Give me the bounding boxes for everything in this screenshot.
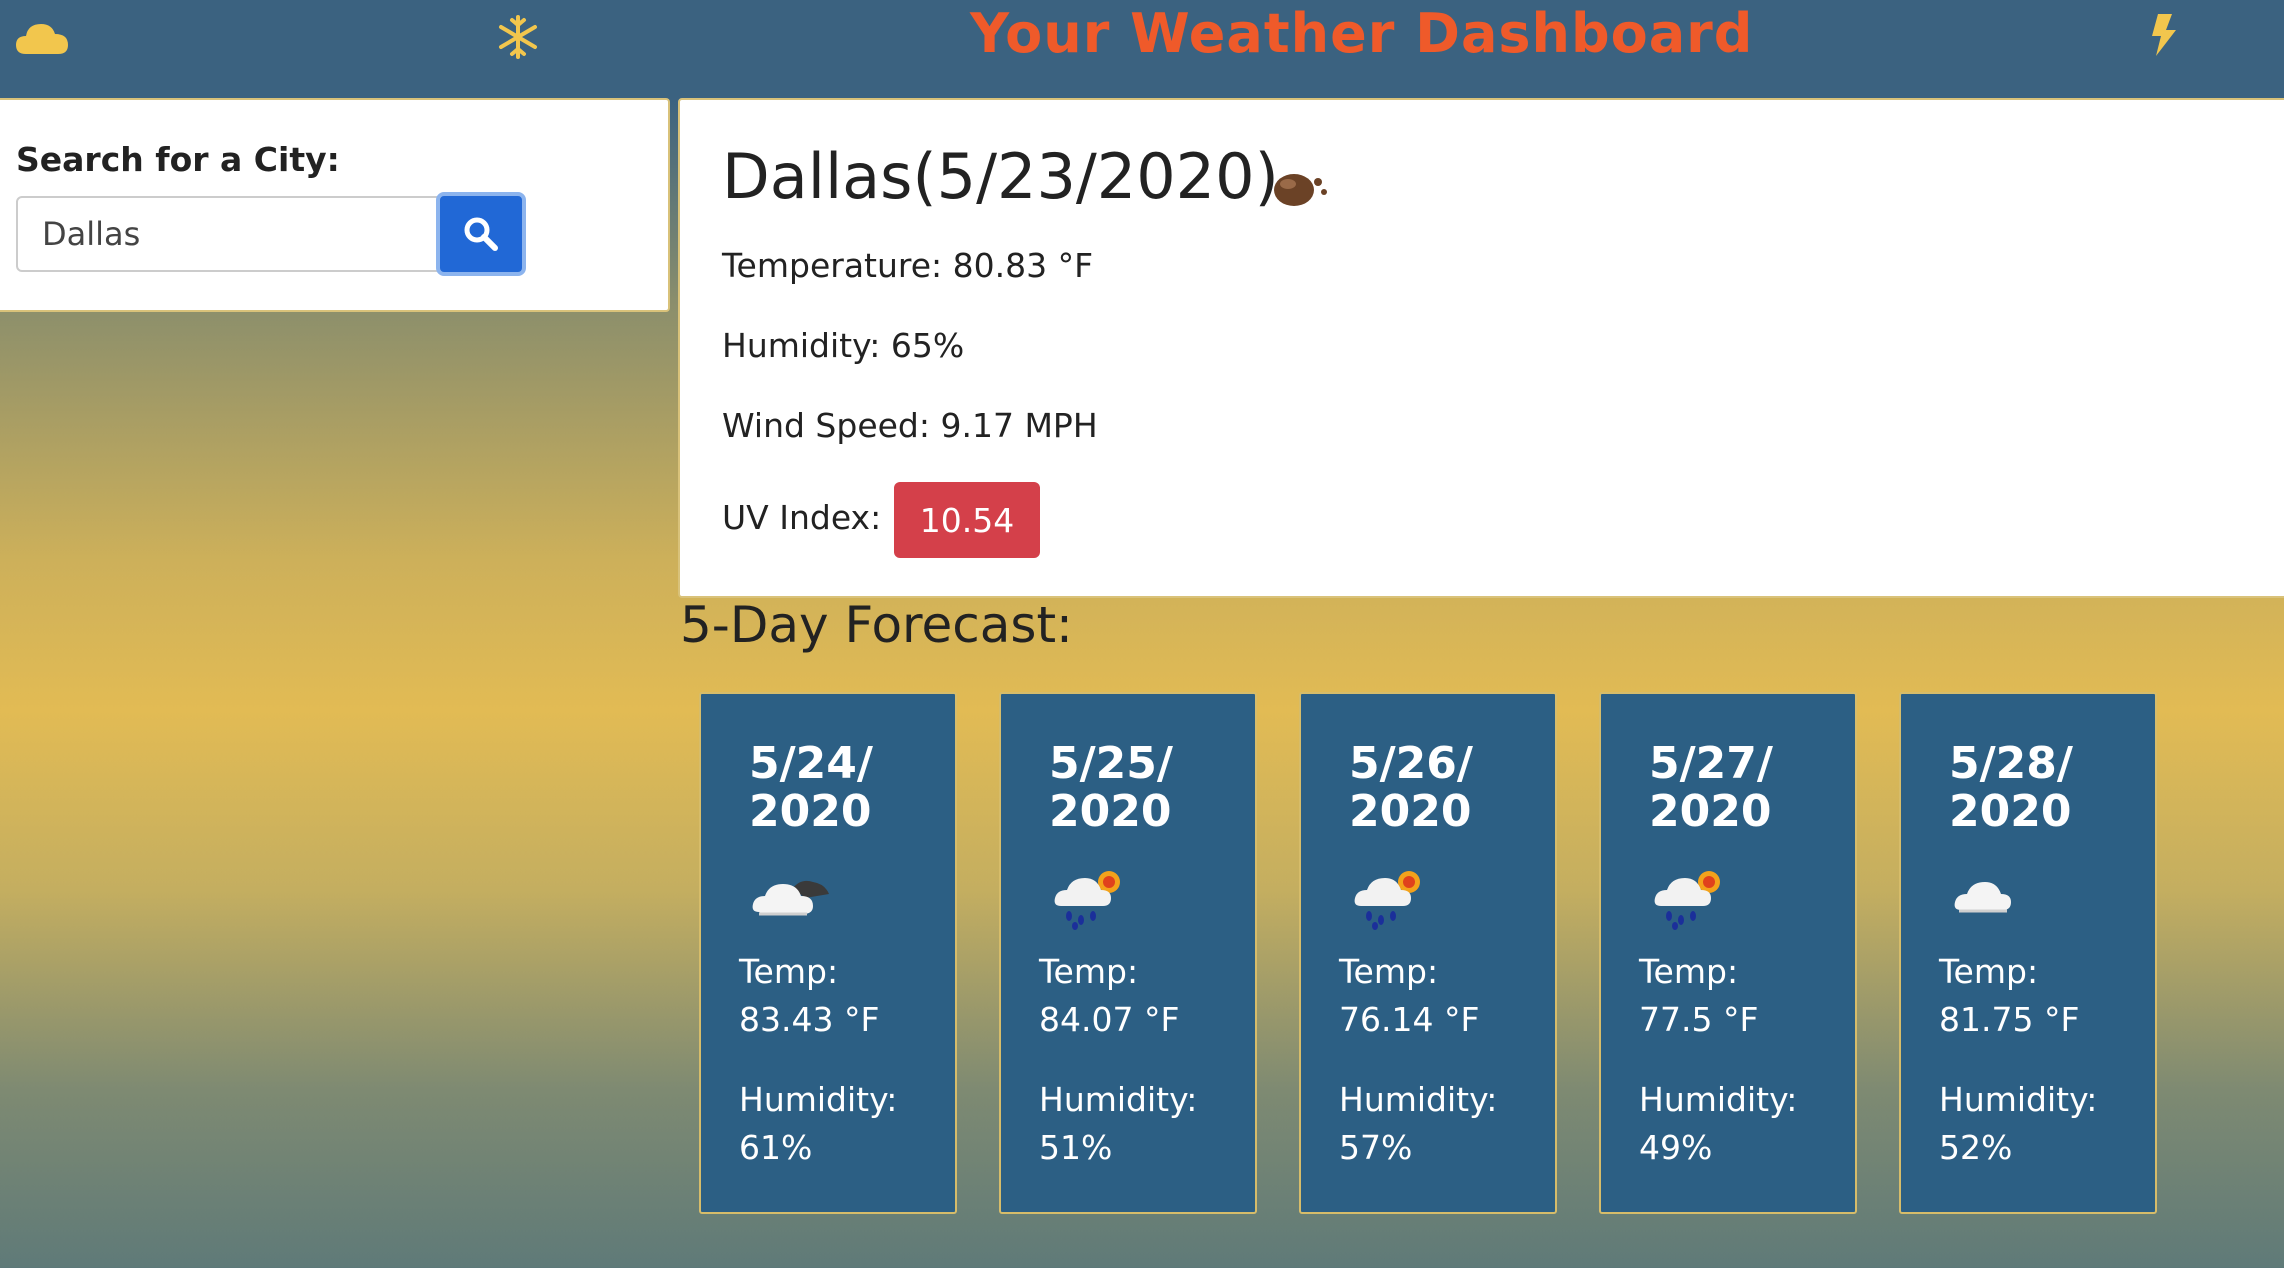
forecast-date: 5/25/ 2020 [1049, 738, 1173, 837]
city-search-input[interactable] [16, 196, 440, 272]
forecast-humidity-label: Humidity: [1339, 1080, 1498, 1119]
forecast-card: 5/25/ 2020 Temp: 84.07 °F Humidity: 51% [999, 692, 1257, 1214]
header: Your Weather Dashboard [0, 0, 2284, 98]
rain-sun-icon [1054, 871, 1120, 930]
forecast-humidity-value: 49% [1639, 1128, 1713, 1167]
uv-index-badge: 10.54 [894, 482, 1040, 558]
search-panel: Search for a City: [0, 98, 670, 312]
rain-sun-icon [1354, 871, 1420, 930]
forecast-humidity-value: 51% [1039, 1128, 1113, 1167]
uv-index-label: UV Index: [722, 498, 882, 537]
forecast-humidity-label: Humidity: [1939, 1080, 2098, 1119]
forecast-humidity-label: Humidity: [739, 1080, 898, 1119]
forecast-card: 5/24/ 2020 Temp: 83.43 °F Humidity: 61% [699, 692, 957, 1214]
forecast-date: 5/24/ 2020 [749, 738, 873, 837]
forecast-temp-value: 84.07 °F [1039, 1000, 1180, 1039]
forecast-temp-value: 81.75 °F [1939, 1000, 2080, 1039]
haze-icon [1274, 174, 1327, 206]
forecast-humidity-label: Humidity: [1039, 1080, 1198, 1119]
cloud-icon [1954, 882, 2011, 913]
cloud-icon [16, 24, 68, 54]
forecast-temp-value: 83.43 °F [739, 1000, 880, 1039]
cloudy-night-icon [752, 880, 829, 916]
forecast-humidity-label: Humidity: [1639, 1080, 1798, 1119]
forecast-temp-label: Temp: [1639, 952, 1739, 991]
forecast-temp-label: Temp: [1339, 952, 1439, 991]
forecast-humidity-value: 61% [739, 1128, 813, 1167]
forecast-card: 5/26/ 2020 Temp: 76.14 °F Humidity: 57% [1299, 692, 1557, 1214]
rain-sun-icon [1654, 871, 1720, 930]
forecast-temp-label: Temp: [1939, 952, 2039, 991]
current-temperature: Temperature: 80.83 °F [722, 246, 1094, 285]
forecast-date: 5/26/ 2020 [1349, 738, 1473, 837]
snowflake-icon [499, 15, 537, 59]
search-icon [464, 217, 498, 251]
current-weather-panel: Dallas(5/23/2020) Temperature: 80.83 °F … [678, 98, 2284, 598]
forecast-temp-value: 76.14 °F [1339, 1000, 1480, 1039]
forecast-heading: 5-Day Forecast: [680, 596, 1073, 654]
forecast-temp-label: Temp: [1039, 952, 1139, 991]
forecast-temp-value: 77.5 °F [1639, 1000, 1759, 1039]
current-city-title: Dallas(5/23/2020) [722, 140, 1279, 213]
page-title: Your Weather Dashboard [970, 2, 1754, 65]
lightning-bolt-icon [2152, 14, 2176, 56]
search-label: Search for a City: [16, 140, 340, 179]
forecast-date: 5/27/ 2020 [1649, 738, 1773, 837]
current-humidity: Humidity: 65% [722, 326, 965, 365]
forecast-date: 5/28/ 2020 [1949, 738, 2073, 837]
search-button[interactable] [436, 192, 526, 276]
current-wind-speed: Wind Speed: 9.17 MPH [722, 406, 1098, 445]
forecast-card: 5/27/ 2020 Temp: 77.5 °F Humidity: 49% [1599, 692, 1857, 1214]
forecast-humidity-value: 52% [1939, 1128, 2013, 1167]
forecast-humidity-value: 57% [1339, 1128, 1413, 1167]
forecast-temp-label: Temp: [739, 952, 839, 991]
forecast-card: 5/28/ 2020 Temp: 81.75 °F Humidity: 52% [1899, 692, 2157, 1214]
